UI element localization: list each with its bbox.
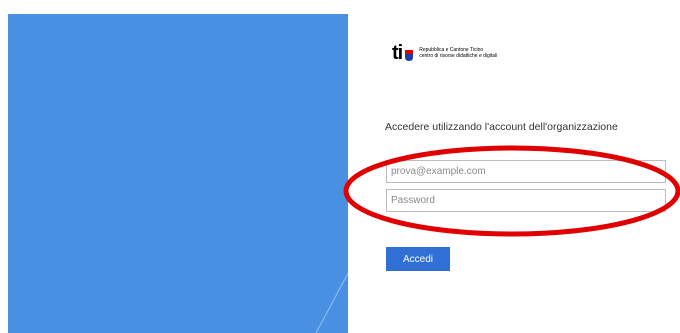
- sign-in-button[interactable]: Accedi: [386, 247, 450, 271]
- logo-ti-text: ti: [392, 42, 403, 64]
- ti-logo-mark: ti: [392, 42, 414, 64]
- logo: ti Repubblica e Cantone Ticino centro di…: [392, 42, 497, 64]
- background-panel: [8, 14, 348, 333]
- ticino-shield-icon: [405, 50, 414, 61]
- email-field[interactable]: [386, 160, 666, 183]
- organization-name: Repubblica e Cantone Ticino centro di ri…: [419, 47, 497, 59]
- background-decoration-lines: [315, 272, 348, 333]
- organization-name-line2: centro di risorse didattiche e digitali: [419, 53, 498, 59]
- login-heading: Accedere utilizzando l'account dell'orga…: [385, 121, 618, 133]
- password-field[interactable]: [386, 189, 666, 212]
